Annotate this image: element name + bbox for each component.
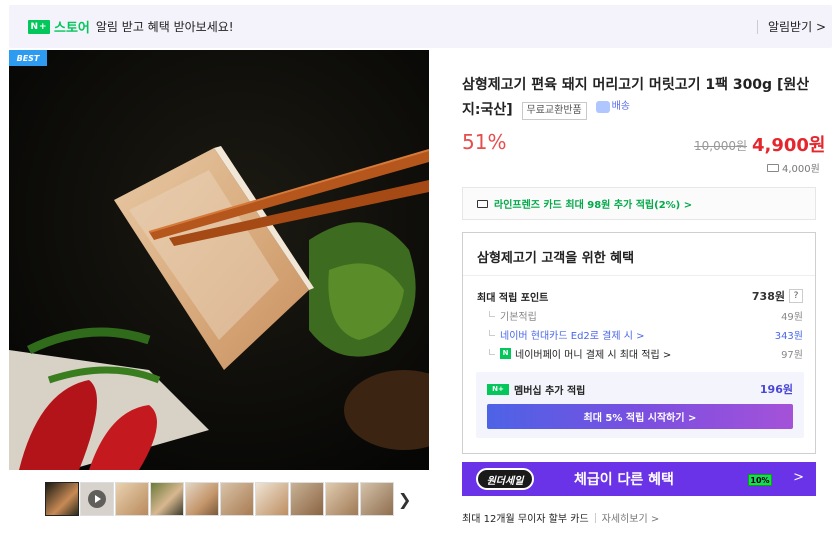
sale-price: 4,900원 [752,135,826,156]
play-icon [88,490,106,508]
points-value: 343원 [774,331,803,342]
thumbnail-video[interactable] [80,482,114,516]
naver-plus-icon: N+ [28,19,50,34]
membership-box: N+ 멤버십 추가 적립 196원 최대 5% 적립 시작하기 > [476,372,804,438]
points-value: 49원 [781,312,803,323]
product-title-text: 삼형제고기 편육 돼지 머리고기 머릿고기 1팩 300g [원산지:국산] [462,77,810,118]
benefits-panel: 삼형제고기 고객을 위한 혜택 최대 적립 포인트 738원 ? 기본적립 49… [462,232,816,454]
delivery-icon [595,101,610,113]
membership-label-text: 멤버십 추가 적립 [514,385,586,397]
thumbnail-7[interactable] [255,482,289,516]
discount-rate: 51% [462,130,507,154]
thumbnail-3[interactable] [115,482,149,516]
membership-value: 196원 [759,383,793,396]
points-value: 97원 [781,350,803,361]
thumbnail-9[interactable] [325,482,359,516]
banner-message: 알림 받고 혜택 받아보세요! [95,20,234,34]
chevron-right-icon[interactable]: ❯ [398,490,411,509]
benefits-title: 삼형제고기 고객을 위한 혜택 [477,251,635,266]
installment-info: 최대 12개월 무이자 할부 카드 자세히보기 > [462,510,659,525]
delivery-badge: 배송 [595,96,630,118]
naver-pay-icon: N [500,348,511,359]
main-product-image[interactable]: BEST [9,50,429,470]
installment-details-link[interactable]: 자세히보기 > [602,510,660,525]
divider [594,512,596,523]
naver-plus-icon: N+ [487,383,509,395]
promo-percent-badge: 10% [748,474,772,486]
points-label-text: 네이버페이 머니 결제 시 최대 적립 > [515,350,672,361]
points-label[interactable]: 네이버 현대카드 Ed2로 결제 시 > [477,327,645,342]
thumbnail-10[interactable] [360,482,394,516]
max-points-row: 최대 적립 포인트 738원 ? [477,288,803,304]
start-membership-button[interactable]: 최대 5% 적립 시작하기 > [487,404,793,429]
promo-text: 체급이 다른 혜택 [574,472,674,488]
points-row-basic: 기본적립 49원 [477,308,803,323]
free-return-badge: 무료교환반품 [521,102,587,120]
thumbnail-8[interactable] [290,482,324,516]
product-photo [9,50,429,470]
thumbnail-strip [45,482,394,516]
store-alert-banner: N+ 스토어 알림 받고 혜택 받아보세요! 알림받기 > [9,5,832,48]
notification-subscribe-link[interactable]: 알림받기 > [768,18,826,35]
divider [463,275,815,276]
best-badge: BEST [9,50,47,66]
points-label[interactable]: N 네이버페이 머니 결제 시 최대 적립 > [477,346,671,361]
points-label: 기본적립 [477,308,537,323]
naver-plus-store-logo: N+ 스토어 [28,17,90,36]
store-logo-text: 스토어 [54,21,90,36]
truck-icon [767,163,779,172]
max-points-label: 최대 적립 포인트 [477,292,549,304]
points-row-pay[interactable]: N 네이버페이 머니 결제 시 최대 적립 > 97원 [477,346,803,361]
membership-label: N+ 멤버십 추가 적립 [487,382,585,397]
credit-card-icon [477,199,488,208]
thumbnail-4[interactable] [150,482,184,516]
help-icon[interactable]: ? [789,289,803,303]
promo-banner[interactable]: 원더세일 체급이 다른 혜택 10% > [462,462,816,496]
delivery-badge-label: 배송 [611,101,630,112]
wonder-sale-logo: 원더세일 [476,468,534,490]
shipping-fee: 4,000원 [767,160,820,175]
installment-text: 최대 12개월 무이자 할부 카드 [462,514,589,525]
points-row-card[interactable]: 네이버 현대카드 Ed2로 결제 시 > 343원 [477,327,803,342]
max-points-value: 738원 [751,290,785,303]
thumbnail-1[interactable] [45,482,79,516]
card-promo-link[interactable]: 라인프렌즈 카드 최대 98원 추가 적립(2%) > [462,187,816,220]
thumbnail-6[interactable] [220,482,254,516]
product-title: 삼형제고기 편육 돼지 머리고기 머릿고기 1팩 300g [원산지:국산] 무… [462,74,814,121]
card-promo-text: 라인프렌즈 카드 최대 98원 추가 적립(2%) > [494,200,693,211]
thumbnail-5[interactable] [185,482,219,516]
divider [756,19,758,34]
chevron-right-icon: > [793,470,804,485]
original-price: 10,000원 [694,139,748,153]
shipping-fee-value: 4,000원 [782,164,820,175]
